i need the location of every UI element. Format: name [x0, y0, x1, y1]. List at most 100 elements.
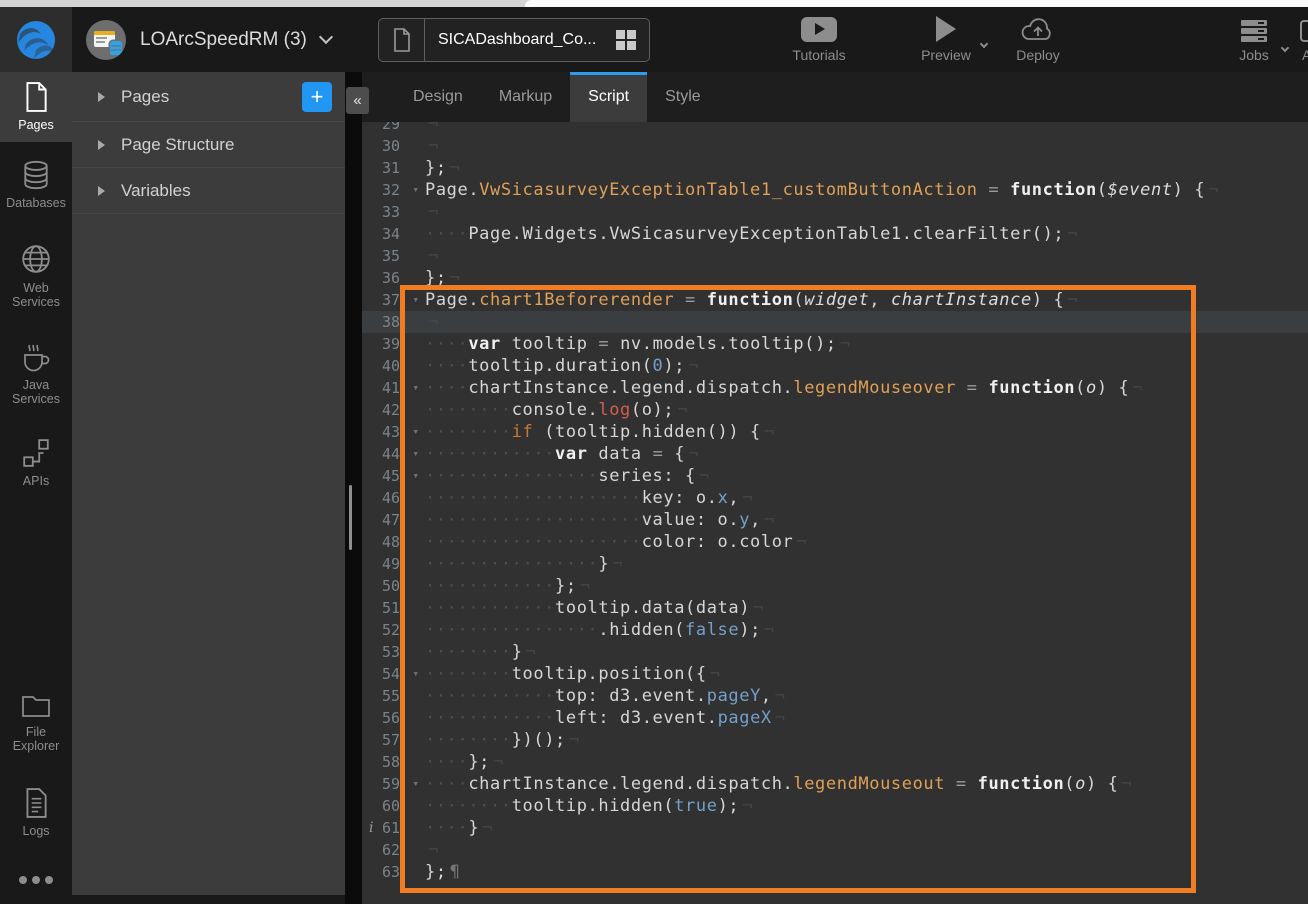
- code-line-47[interactable]: 47····················value: o.y,¬: [362, 509, 1308, 531]
- sidebar-item-file-explorer[interactable]: File Explorer: [0, 683, 72, 764]
- code-text: ····};¬: [425, 751, 1308, 773]
- code-line-51[interactable]: 51············tooltip.data(data)¬: [362, 597, 1308, 619]
- sidebar-item-pages[interactable]: Pages: [0, 72, 72, 142]
- collapsed-triangle-icon[interactable]: [98, 140, 105, 150]
- panel-scrollbar[interactable]: [349, 485, 352, 550]
- deploy-button[interactable]: Deploy: [1002, 7, 1074, 72]
- sidebar-label-databases: Databases: [6, 196, 66, 210]
- code-line-35[interactable]: 35¬: [362, 245, 1308, 267]
- code-line-34[interactable]: 34····Page.Widgets.VwSicasurveyException…: [362, 223, 1308, 245]
- code-line-63[interactable]: 63};¶: [362, 861, 1308, 883]
- accordion-section-page-structure[interactable]: Page Structure: [72, 122, 345, 168]
- wave-logo-icon: [14, 18, 58, 62]
- wavemaker-logo[interactable]: [0, 7, 72, 72]
- code-line-45[interactable]: 45▾················series: {¬: [362, 465, 1308, 487]
- code-line-40[interactable]: 40····tooltip.duration(0);¬: [362, 355, 1308, 377]
- gutter-cell: 52: [362, 619, 425, 641]
- fold-arrow-icon[interactable]: ▾: [412, 377, 419, 399]
- code-line-55[interactable]: 55············top: d3.event.pageY,¬: [362, 685, 1308, 707]
- collapsed-triangle-icon[interactable]: [98, 92, 105, 102]
- line-number: 43: [382, 421, 400, 443]
- gutter-cell: 40: [362, 355, 425, 377]
- code-line-41[interactable]: 41▾····chartInstance.legend.dispatch.leg…: [362, 377, 1308, 399]
- panel-divider-strip: [345, 72, 362, 904]
- code-line-49[interactable]: 49················}¬: [362, 553, 1308, 575]
- code-line-43[interactable]: 43▾········if (tooltip.hidden()) {¬: [362, 421, 1308, 443]
- code-line-59[interactable]: 59▾····chartInstance.legend.dispatch.leg…: [362, 773, 1308, 795]
- line-number: 31: [382, 157, 400, 179]
- code-line-56[interactable]: 56············left: d3.event.pageX¬: [362, 707, 1308, 729]
- page-selector[interactable]: SICADashboard_Co...: [378, 18, 650, 62]
- current-page-name: SICADashboard_Co...: [425, 31, 616, 49]
- page-grid-icon[interactable]: [616, 30, 636, 50]
- fold-arrow-icon[interactable]: ▾: [412, 443, 419, 465]
- sidebar-item-web-services[interactable]: Web Services: [0, 233, 72, 320]
- fold-arrow-icon[interactable]: ▾: [412, 421, 419, 443]
- fold-arrow-icon[interactable]: ▾: [412, 289, 419, 311]
- tab-style[interactable]: Style: [647, 72, 719, 122]
- code-line-52[interactable]: 52················.hidden(false);¬: [362, 619, 1308, 641]
- code-line-29[interactable]: 29¬: [362, 122, 1308, 135]
- sidebar-item-more[interactable]: [0, 866, 72, 894]
- code-line-50[interactable]: 50············};¬: [362, 575, 1308, 597]
- artifacts-button[interactable]: Art: [1281, 7, 1308, 72]
- code-line-54[interactable]: 54▾········tooltip.position({¬: [362, 663, 1308, 685]
- preview-chevron-icon[interactable]: [980, 40, 988, 48]
- code-text: ····chartInstance.legend.dispatch.legend…: [425, 377, 1308, 399]
- fold-arrow-icon[interactable]: ▾: [412, 663, 419, 685]
- code-line-31[interactable]: 31};¬: [362, 157, 1308, 179]
- info-icon[interactable]: i: [369, 817, 373, 839]
- add-page-button[interactable]: +: [302, 82, 332, 112]
- code-line-53[interactable]: 53········}¬: [362, 641, 1308, 663]
- sidebar-item-java-services[interactable]: Java Services: [0, 332, 72, 417]
- tab-script[interactable]: Script: [570, 72, 647, 122]
- gutter-cell: 32▾: [362, 179, 425, 201]
- project-switcher[interactable]: LOArcSpeedRM (3): [86, 7, 331, 72]
- code-text: ················series: {¬: [425, 465, 1308, 487]
- code-line-37[interactable]: 37▾Page.chart1Beforerender = function(wi…: [362, 289, 1308, 311]
- sidebar-item-logs[interactable]: Logs: [0, 778, 72, 848]
- code-line-58[interactable]: 58····};¬: [362, 751, 1308, 773]
- gutter-cell: 39: [362, 333, 425, 355]
- accordion-section-pages[interactable]: Pages +: [72, 72, 345, 122]
- fold-arrow-icon[interactable]: ▾: [412, 773, 419, 795]
- jobs-button[interactable]: Jobs: [1228, 7, 1280, 72]
- chevron-down-icon[interactable]: [319, 29, 333, 43]
- code-line-62[interactable]: 62¬: [362, 839, 1308, 861]
- sidebar-label-apis: APIs: [23, 474, 49, 488]
- code-line-48[interactable]: 48····················color: o.color¬: [362, 531, 1308, 553]
- code-line-44[interactable]: 44▾············var data = {¬: [362, 443, 1308, 465]
- code-line-46[interactable]: 46····················key: o.x,¬: [362, 487, 1308, 509]
- gutter-cell: 42: [362, 399, 425, 421]
- ellipsis-icon: [19, 876, 53, 884]
- code-line-33[interactable]: 33¬: [362, 201, 1308, 223]
- preview-button[interactable]: Preview: [903, 7, 989, 72]
- tutorials-button[interactable]: Tutorials: [775, 7, 863, 72]
- tab-markup[interactable]: Markup: [481, 72, 570, 122]
- line-number: 37: [382, 289, 400, 311]
- sidebar-item-databases[interactable]: Databases: [0, 150, 72, 220]
- code-text: ¬: [425, 839, 1308, 861]
- code-line-38[interactable]: 38¬: [362, 311, 1308, 333]
- tab-design[interactable]: Design: [395, 72, 481, 122]
- code-line-57[interactable]: 57········})();¬: [362, 729, 1308, 751]
- apis-icon: [21, 438, 51, 468]
- code-line-39[interactable]: 39····var tooltip = nv.models.tooltip();…: [362, 333, 1308, 355]
- gutter-cell: 49: [362, 553, 425, 575]
- collapse-panel-button[interactable]: «: [346, 87, 369, 114]
- code-line-36[interactable]: 36};¬: [362, 267, 1308, 289]
- collapsed-triangle-icon[interactable]: [98, 186, 105, 196]
- code-line-61[interactable]: i61····}¬: [362, 817, 1308, 839]
- code-line-60[interactable]: 60········tooltip.hidden(true);¬: [362, 795, 1308, 817]
- script-code-editor[interactable]: 29¬30¬31};¬32▾Page.VwSicasurveyException…: [362, 122, 1308, 904]
- code-line-32[interactable]: 32▾Page.VwSicasurveyExceptionTable1_cust…: [362, 179, 1308, 201]
- fold-arrow-icon[interactable]: ▾: [412, 465, 419, 487]
- fold-arrow-icon[interactable]: ▾: [412, 179, 419, 201]
- sidebar-label-apis: Java Services: [2, 378, 70, 407]
- code-text: };¶: [425, 861, 1308, 883]
- code-line-30[interactable]: 30¬: [362, 135, 1308, 157]
- accordion-section-variables[interactable]: Variables: [72, 168, 345, 214]
- code-line-42[interactable]: 42········console.log(o);¬: [362, 399, 1308, 421]
- file-explorer-icon: [21, 693, 51, 719]
- sidebar-item-apis[interactable]: APIs: [0, 428, 72, 498]
